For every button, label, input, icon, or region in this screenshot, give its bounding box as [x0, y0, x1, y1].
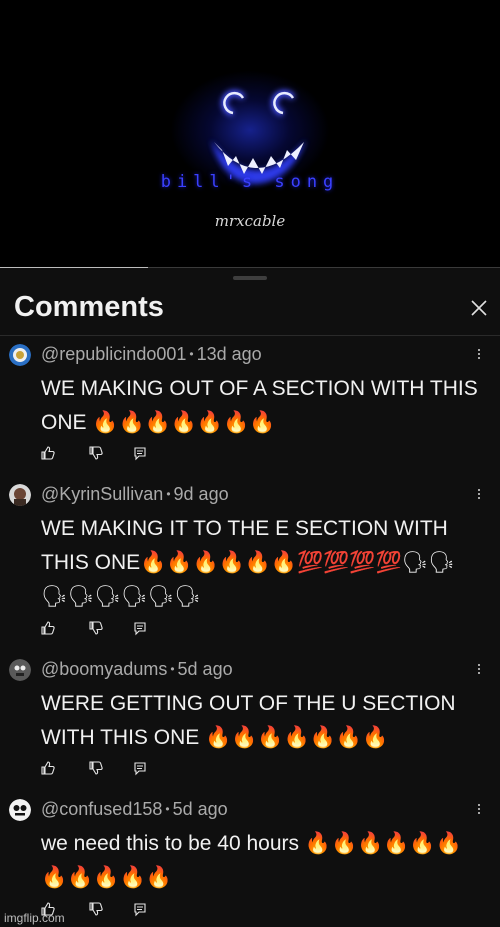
- video-author-overlay: mrxcable: [214, 212, 286, 230]
- more-options-icon[interactable]: [472, 347, 486, 365]
- video-progress-fill: [0, 267, 148, 268]
- meta-separator: •: [166, 487, 171, 501]
- dislike-icon[interactable]: [88, 445, 104, 461]
- dislike-icon[interactable]: [88, 620, 104, 636]
- comment-author[interactable]: @confused158: [41, 799, 162, 819]
- comment-author[interactable]: @boomyadums: [41, 659, 167, 679]
- comment-meta: @KyrinSullivan • 9d ago: [41, 484, 229, 505]
- reply-icon[interactable]: [132, 901, 148, 917]
- like-icon[interactable]: [40, 760, 56, 776]
- comment-meta: @confused158 • 5d ago: [41, 799, 228, 820]
- reply-icon[interactable]: [132, 445, 148, 461]
- like-icon[interactable]: [40, 445, 56, 461]
- comment-time: 5d ago: [172, 799, 228, 819]
- video-player[interactable]: bill's song mrxcable: [0, 0, 500, 268]
- meta-separator: •: [165, 802, 170, 816]
- comment-time: 5d ago: [177, 659, 233, 679]
- comment-actions: [40, 445, 160, 461]
- comment-actions: [40, 620, 160, 636]
- dislike-icon[interactable]: [88, 901, 104, 917]
- comments-panel: Comments @republicindo001 • 13d ago WE MAK…: [0, 269, 500, 927]
- watermark: imgflip.com: [4, 911, 65, 925]
- comment-text: WERE GETTING OUT OF THE U SECTION WITH T…: [41, 692, 456, 749]
- comment-text: we need this to be 40 hours 🔥🔥🔥🔥🔥🔥🔥🔥🔥🔥🔥: [41, 832, 462, 889]
- drag-handle[interactable]: [233, 276, 267, 280]
- divider: [0, 335, 500, 336]
- comment-author[interactable]: @KyrinSullivan: [41, 484, 163, 504]
- dislike-icon[interactable]: [88, 760, 104, 776]
- more-options-icon[interactable]: [472, 487, 486, 505]
- comment-text: WE MAKING IT TO THE E SECTION WITH THIS …: [41, 517, 455, 608]
- meta-separator: •: [170, 662, 175, 676]
- reply-icon[interactable]: [132, 760, 148, 776]
- more-options-icon[interactable]: [472, 662, 486, 680]
- avatar[interactable]: [9, 799, 31, 821]
- comment-meta: @republicindo001 • 13d ago: [41, 344, 262, 365]
- video-progress-bar[interactable]: [0, 267, 500, 268]
- more-options-icon[interactable]: [472, 802, 486, 820]
- comment-meta: @boomyadums • 5d ago: [41, 659, 233, 680]
- video-title-overlay: bill's song: [160, 172, 340, 192]
- meta-separator: •: [189, 347, 194, 361]
- comment-actions: [40, 760, 160, 776]
- avatar[interactable]: [9, 659, 31, 681]
- avatar[interactable]: [9, 344, 31, 366]
- close-icon[interactable]: [466, 295, 492, 321]
- comment-time: 13d ago: [196, 344, 262, 364]
- avatar[interactable]: [9, 484, 31, 506]
- comment-author[interactable]: @republicindo001: [41, 344, 186, 364]
- comment-time: 9d ago: [173, 484, 229, 504]
- panel-title: Comments: [14, 291, 164, 323]
- reply-icon[interactable]: [132, 620, 148, 636]
- like-icon[interactable]: [40, 620, 56, 636]
- comment-text: WE MAKING OUT OF A SECTION WITH THIS ONE…: [41, 377, 478, 434]
